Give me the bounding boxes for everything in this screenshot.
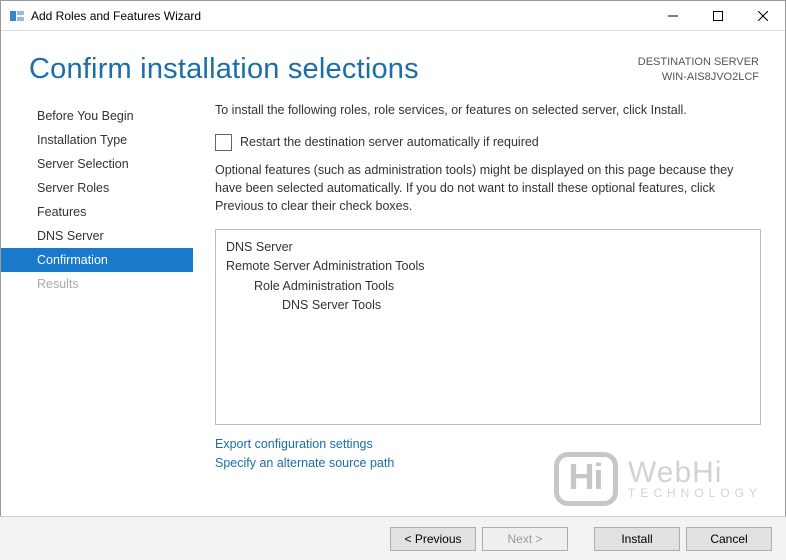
optional-features-note: Optional features (such as administratio…	[215, 161, 761, 215]
wizard-footer: < Previous Next > Install Cancel	[0, 516, 786, 560]
instruction-text: To install the following roles, role ser…	[215, 102, 761, 120]
selection-item: Role Administration Tools	[226, 277, 750, 296]
restart-checkbox[interactable]	[215, 134, 232, 151]
nav-results: Results	[1, 272, 193, 296]
watermark-tag: TECHNOLOGY	[628, 486, 762, 500]
minimize-button[interactable]	[650, 1, 695, 31]
title-bar: Add Roles and Features Wizard	[1, 1, 785, 31]
selection-item: Remote Server Administration Tools	[226, 257, 750, 276]
close-button[interactable]	[740, 1, 785, 31]
alternate-source-link[interactable]: Specify an alternate source path	[215, 454, 761, 473]
app-icon	[9, 8, 25, 24]
cancel-button[interactable]: Cancel	[686, 527, 772, 551]
main-content: To install the following roles, role ser…	[193, 100, 785, 472]
nav-server-selection[interactable]: Server Selection	[1, 152, 193, 176]
install-button[interactable]: Install	[594, 527, 680, 551]
page-header: Confirm installation selections DESTINAT…	[1, 31, 785, 94]
restart-checkbox-row[interactable]: Restart the destination server automatic…	[215, 134, 761, 151]
restart-checkbox-label: Restart the destination server automatic…	[240, 135, 539, 149]
window-title: Add Roles and Features Wizard	[31, 9, 650, 23]
destination-label: DESTINATION SERVER	[638, 55, 759, 70]
links-area: Export configuration settings Specify an…	[215, 435, 761, 473]
destination-server: WIN-AIS8JVO2LCF	[638, 70, 759, 85]
destination-info: DESTINATION SERVER WIN-AIS8JVO2LCF	[638, 53, 759, 86]
nav-server-roles[interactable]: Server Roles	[1, 176, 193, 200]
maximize-button[interactable]	[695, 1, 740, 31]
nav-features[interactable]: Features	[1, 200, 193, 224]
wizard-sidebar: Before You Begin Installation Type Serve…	[1, 100, 193, 472]
nav-dns-server[interactable]: DNS Server	[1, 224, 193, 248]
selection-item: DNS Server Tools	[226, 296, 750, 315]
nav-confirmation[interactable]: Confirmation	[1, 248, 193, 272]
nav-installation-type[interactable]: Installation Type	[1, 128, 193, 152]
selection-item: DNS Server	[226, 238, 750, 257]
export-config-link[interactable]: Export configuration settings	[215, 435, 761, 454]
page-title: Confirm installation selections	[29, 53, 419, 86]
nav-before-you-begin[interactable]: Before You Begin	[1, 104, 193, 128]
previous-button[interactable]: < Previous	[390, 527, 476, 551]
next-button: Next >	[482, 527, 568, 551]
selections-listbox[interactable]: DNS Server Remote Server Administration …	[215, 229, 761, 425]
